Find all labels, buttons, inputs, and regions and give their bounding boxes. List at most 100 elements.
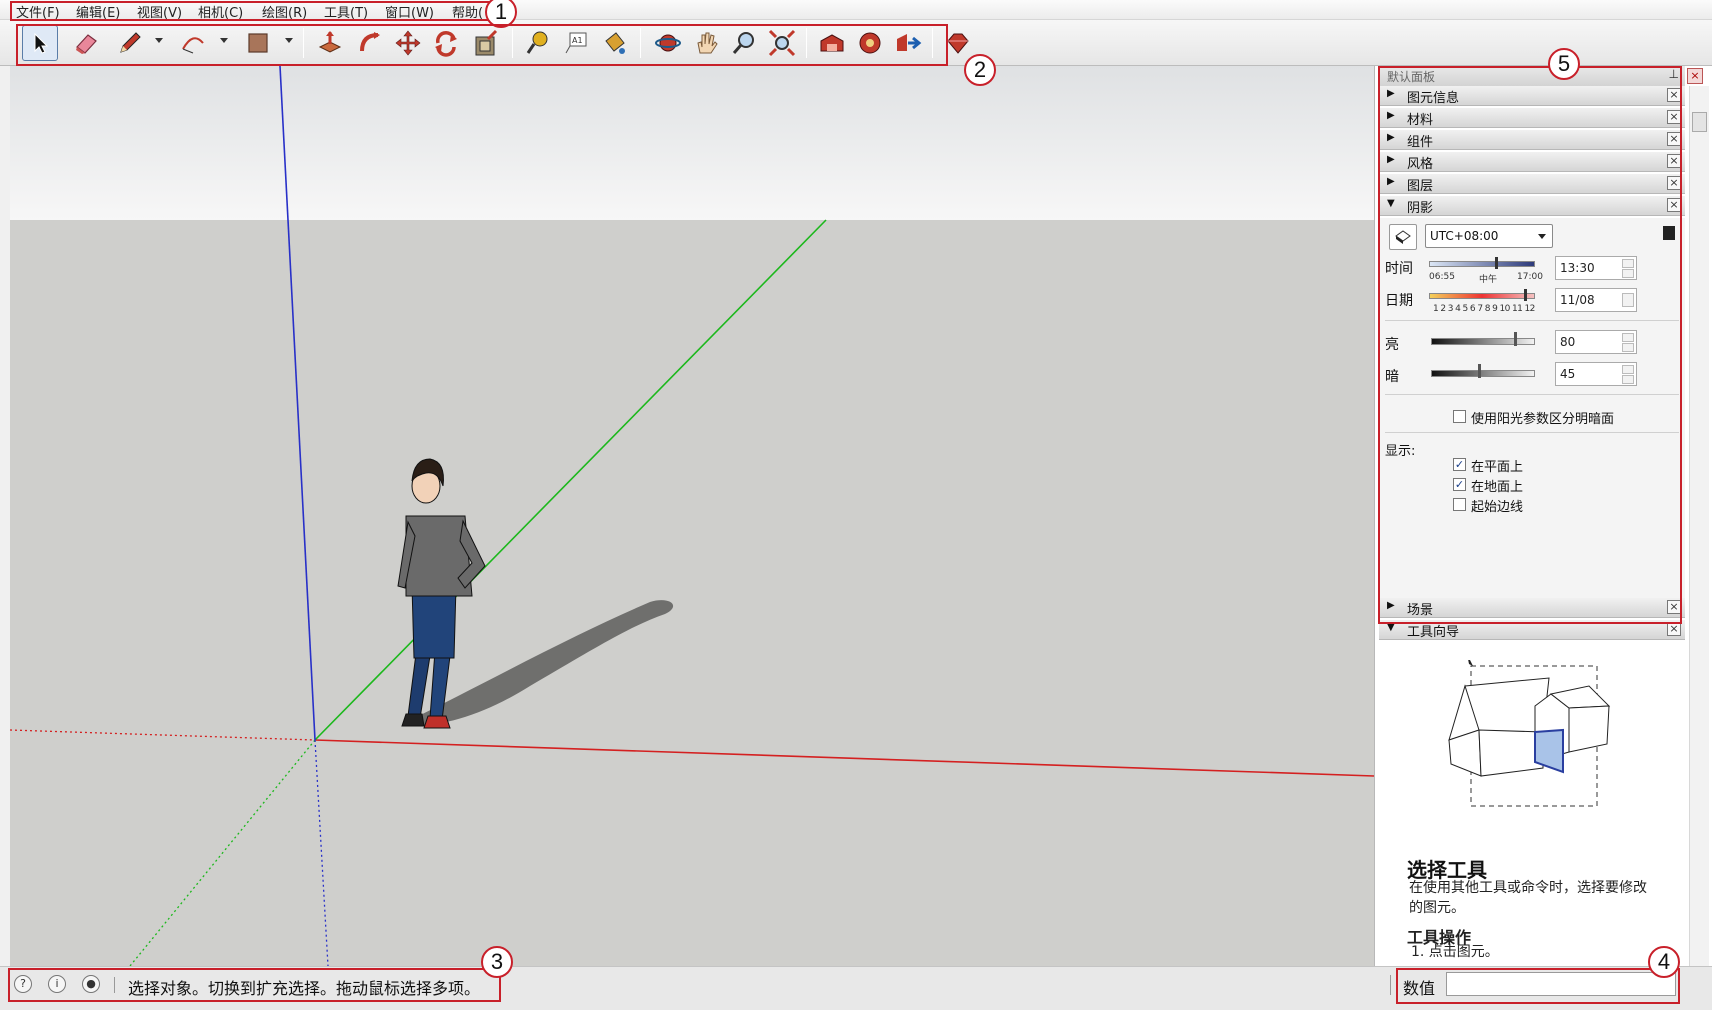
dark-slider-track[interactable] xyxy=(1431,370,1535,377)
user-icon[interactable]: ● xyxy=(82,975,100,993)
offset-tool-button[interactable] xyxy=(468,25,504,61)
section-materials[interactable]: ▶ 材料 × xyxy=(1379,108,1685,128)
menu-edit[interactable]: 编辑(E) xyxy=(76,2,120,21)
measurements-input[interactable] xyxy=(1446,972,1676,996)
spin-down-icon[interactable] xyxy=(1622,343,1634,352)
eraser-tool-button[interactable] xyxy=(68,25,104,61)
pin-icon[interactable]: ⊥ xyxy=(1669,67,1679,81)
time-slider-thumb[interactable] xyxy=(1494,257,1498,269)
menu-view[interactable]: 视图(V) xyxy=(137,2,182,21)
orbit-tool-button[interactable] xyxy=(650,25,686,61)
section-instructor[interactable]: ▼ 工具向导 × xyxy=(1379,620,1685,640)
callout-number: 5 xyxy=(1548,48,1580,80)
drawing-viewport[interactable] xyxy=(10,66,1374,966)
close-icon[interactable]: × xyxy=(1667,198,1681,212)
time-input[interactable]: 13:30 xyxy=(1555,256,1637,280)
spin-up-icon[interactable] xyxy=(1622,333,1634,342)
zoom-tool-button[interactable] xyxy=(726,25,762,61)
close-icon[interactable]: × xyxy=(1667,600,1681,614)
offset-icon xyxy=(475,29,498,56)
expand-arrow-icon: ▶ xyxy=(1387,600,1395,611)
use-sun-checkbox[interactable] xyxy=(1453,410,1466,423)
menu-draw[interactable]: 绘图(R) xyxy=(262,2,307,21)
zoom-extents-tool-button[interactable] xyxy=(764,25,800,61)
menu-tools[interactable]: 工具(T) xyxy=(324,2,368,21)
on-ground-checkbox[interactable]: ✓ xyxy=(1453,478,1466,491)
status-text: 选择对象。切换到扩充选择。拖动鼠标选择多项。 xyxy=(128,979,481,998)
share-model-tool-button[interactable] xyxy=(890,25,926,61)
pan-tool-button[interactable] xyxy=(688,25,724,61)
section-label: 风格 xyxy=(1407,157,1434,172)
details-toggle-icon[interactable] xyxy=(1663,226,1675,240)
time-scale-mid: 中午 xyxy=(1479,275,1498,285)
follow-me-tool-button[interactable] xyxy=(352,25,388,61)
section-layers[interactable]: ▶ 图层 × xyxy=(1379,174,1685,194)
date-slider-thumb[interactable] xyxy=(1524,289,1528,301)
from-edges-checkbox[interactable] xyxy=(1453,498,1466,511)
push-pull-tool-button[interactable] xyxy=(312,25,348,61)
calendar-icon[interactable] xyxy=(1622,293,1634,307)
section-shadows[interactable]: ▼ 阴影 × xyxy=(1379,196,1685,216)
scrollbar-thumb[interactable] xyxy=(1692,112,1707,132)
spin-up-icon[interactable] xyxy=(1622,365,1634,374)
move-tool-button[interactable] xyxy=(390,25,426,61)
tray-title: 默认面板 xyxy=(1387,70,1436,84)
menu-file[interactable]: 文件(F) xyxy=(16,2,60,21)
close-icon[interactable]: × xyxy=(1667,154,1681,168)
spin-down-icon[interactable] xyxy=(1622,269,1634,278)
shadow-toggle-button[interactable] xyxy=(1389,224,1417,250)
section-entity-info[interactable]: ▶ 图元信息 × xyxy=(1379,86,1685,106)
light-slider-thumb[interactable] xyxy=(1514,332,1518,346)
warehouse-icon xyxy=(820,34,844,52)
shape-dropdown-icon[interactable] xyxy=(285,38,293,43)
use-sun-label: 使用阳光参数区分明暗面 xyxy=(1471,412,1615,427)
tape-measure-icon xyxy=(526,31,548,54)
menu-help[interactable]: 帮助( xyxy=(452,2,483,21)
orbit-icon xyxy=(655,34,681,52)
close-icon[interactable]: × xyxy=(1667,110,1681,124)
arc-tool-button[interactable] xyxy=(175,25,211,61)
menu-camera[interactable]: 相机(C) xyxy=(198,2,243,21)
guide-description: 在使用其他工具或命令时，选择要修改的图元。 xyxy=(1409,880,1647,916)
collapse-arrow-icon: ▼ xyxy=(1387,198,1395,209)
3d-warehouse-tool-button[interactable] xyxy=(814,25,850,61)
select-tool-button[interactable] xyxy=(22,25,58,61)
paint-bucket-tool-button[interactable] xyxy=(596,25,632,61)
tray-close-icon[interactable]: × xyxy=(1687,68,1703,84)
light-input[interactable]: 80 xyxy=(1555,330,1637,354)
section-styles[interactable]: ▶ 风格 × xyxy=(1379,152,1685,172)
date-slider-track[interactable] xyxy=(1429,293,1535,299)
measurements-label: 数值 xyxy=(1403,979,1436,998)
date-input[interactable]: 11/08 xyxy=(1555,288,1637,312)
arc-icon xyxy=(182,37,204,54)
rectangle-tool-button[interactable] xyxy=(240,25,276,61)
arc-dropdown-icon[interactable] xyxy=(220,38,228,43)
geolocation-icon[interactable]: ? xyxy=(14,975,32,993)
pencil-dropdown-icon[interactable] xyxy=(155,38,163,43)
tape-measure-tool-button[interactable] xyxy=(520,25,556,61)
menu-window[interactable]: 窗口(W) xyxy=(385,2,434,21)
tray-scrollbar[interactable] xyxy=(1689,86,1709,966)
close-icon[interactable]: × xyxy=(1667,176,1681,190)
section-components[interactable]: ▶ 组件 × xyxy=(1379,130,1685,150)
close-icon[interactable]: × xyxy=(1667,88,1681,102)
eraser-icon xyxy=(76,34,97,54)
on-faces-checkbox[interactable]: ✓ xyxy=(1453,458,1466,471)
section-scenes[interactable]: ▶ 场景 × xyxy=(1379,598,1685,618)
spin-up-icon[interactable] xyxy=(1622,259,1634,268)
pencil-tool-button[interactable] xyxy=(112,25,148,61)
rotate-tool-button[interactable] xyxy=(428,25,464,61)
dark-input[interactable]: 45 xyxy=(1555,362,1637,386)
text-tool-button[interactable]: A1 xyxy=(558,25,594,61)
svg-text:A1: A1 xyxy=(572,36,583,45)
close-icon[interactable]: × xyxy=(1667,622,1681,636)
menu-bar: 文件(F) 编辑(E) 视图(V) 相机(C) 绘图(R) 工具(T) 窗口(W… xyxy=(0,0,1712,21)
spin-down-icon[interactable] xyxy=(1622,375,1634,384)
timezone-select[interactable]: UTC+08:00 xyxy=(1425,224,1553,248)
time-slider-track[interactable] xyxy=(1429,261,1535,267)
dark-slider-thumb[interactable] xyxy=(1477,364,1481,378)
light-slider-track[interactable] xyxy=(1431,338,1535,345)
extension-warehouse-tool-button[interactable] xyxy=(852,25,888,61)
close-icon[interactable]: × xyxy=(1667,132,1681,146)
credits-icon[interactable]: i xyxy=(48,975,66,993)
